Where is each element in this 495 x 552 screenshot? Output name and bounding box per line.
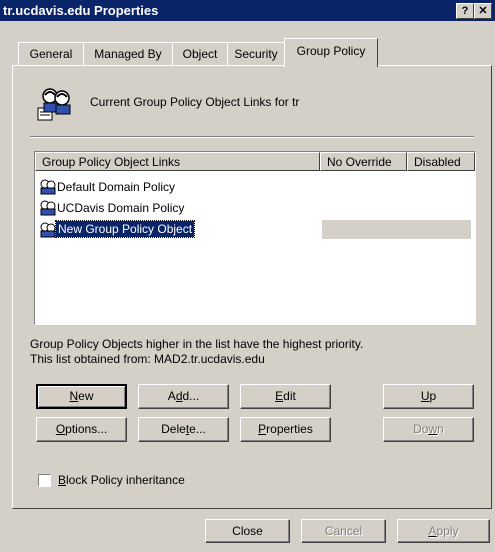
list-item-selected[interactable]: New Group Policy Object [37,220,471,240]
gpo-icon [39,179,57,195]
tab-general[interactable]: General [18,42,84,65]
list-item-label: UCDavis Domain Policy [57,201,185,215]
priority-note: Group Policy Objects higher in the list … [30,337,364,351]
up-button[interactable]: Up [383,384,474,409]
options-button[interactable]: Options... [36,417,127,442]
group-policy-icon [36,86,76,122]
gpo-icon [39,200,57,216]
title-bar[interactable]: tr.ucdavis.edu Properties ? ✕ [0,0,495,21]
tab-managed-by[interactable]: Managed By [83,42,173,65]
block-inheritance-label[interactable]: Block Policy inheritance [58,473,185,487]
column-header-links[interactable]: Group Policy Object Links [35,152,320,171]
cancel-button[interactable]: Cancel [301,519,386,543]
separator [30,136,474,138]
down-button[interactable]: Down [383,417,474,442]
column-header-no-override[interactable]: No Override [320,152,407,171]
column-header-disabled[interactable]: Disabled [407,152,475,171]
apply-button[interactable]: Apply [397,519,490,543]
new-button[interactable]: New [36,384,127,409]
help-button[interactable]: ? [456,3,474,19]
window-title: tr.ucdavis.edu Properties [3,3,159,18]
list-item[interactable]: Default Domain Policy [37,177,471,197]
close-button[interactable]: Close [205,519,290,543]
tab-group-policy[interactable]: Group Policy [284,38,378,67]
gpo-icon [39,222,57,238]
edit-button[interactable]: Edit [240,384,331,409]
list-item-label: Default Domain Policy [57,180,176,194]
close-window-button[interactable]: ✕ [474,3,492,19]
gp-links-header-label: Current Group Policy Object Links for tr [90,95,300,109]
list-item[interactable]: UCDavis Domain Policy [37,198,471,218]
tab-security[interactable]: Security [227,42,285,65]
delete-button[interactable]: Delete... [138,417,229,442]
block-inheritance-checkbox[interactable] [38,474,51,487]
add-button[interactable]: Add... [138,384,229,409]
source-note: This list obtained from: MAD2.tr.ucdavis… [30,352,265,366]
selected-row-fill [322,220,471,239]
gpo-links-list[interactable]: Group Policy Object Links No Override Di… [34,151,476,325]
tab-object[interactable]: Object [172,42,228,65]
rename-edit-field[interactable]: New Group Policy Object [54,220,196,238]
properties-button[interactable]: Properties [240,417,331,442]
